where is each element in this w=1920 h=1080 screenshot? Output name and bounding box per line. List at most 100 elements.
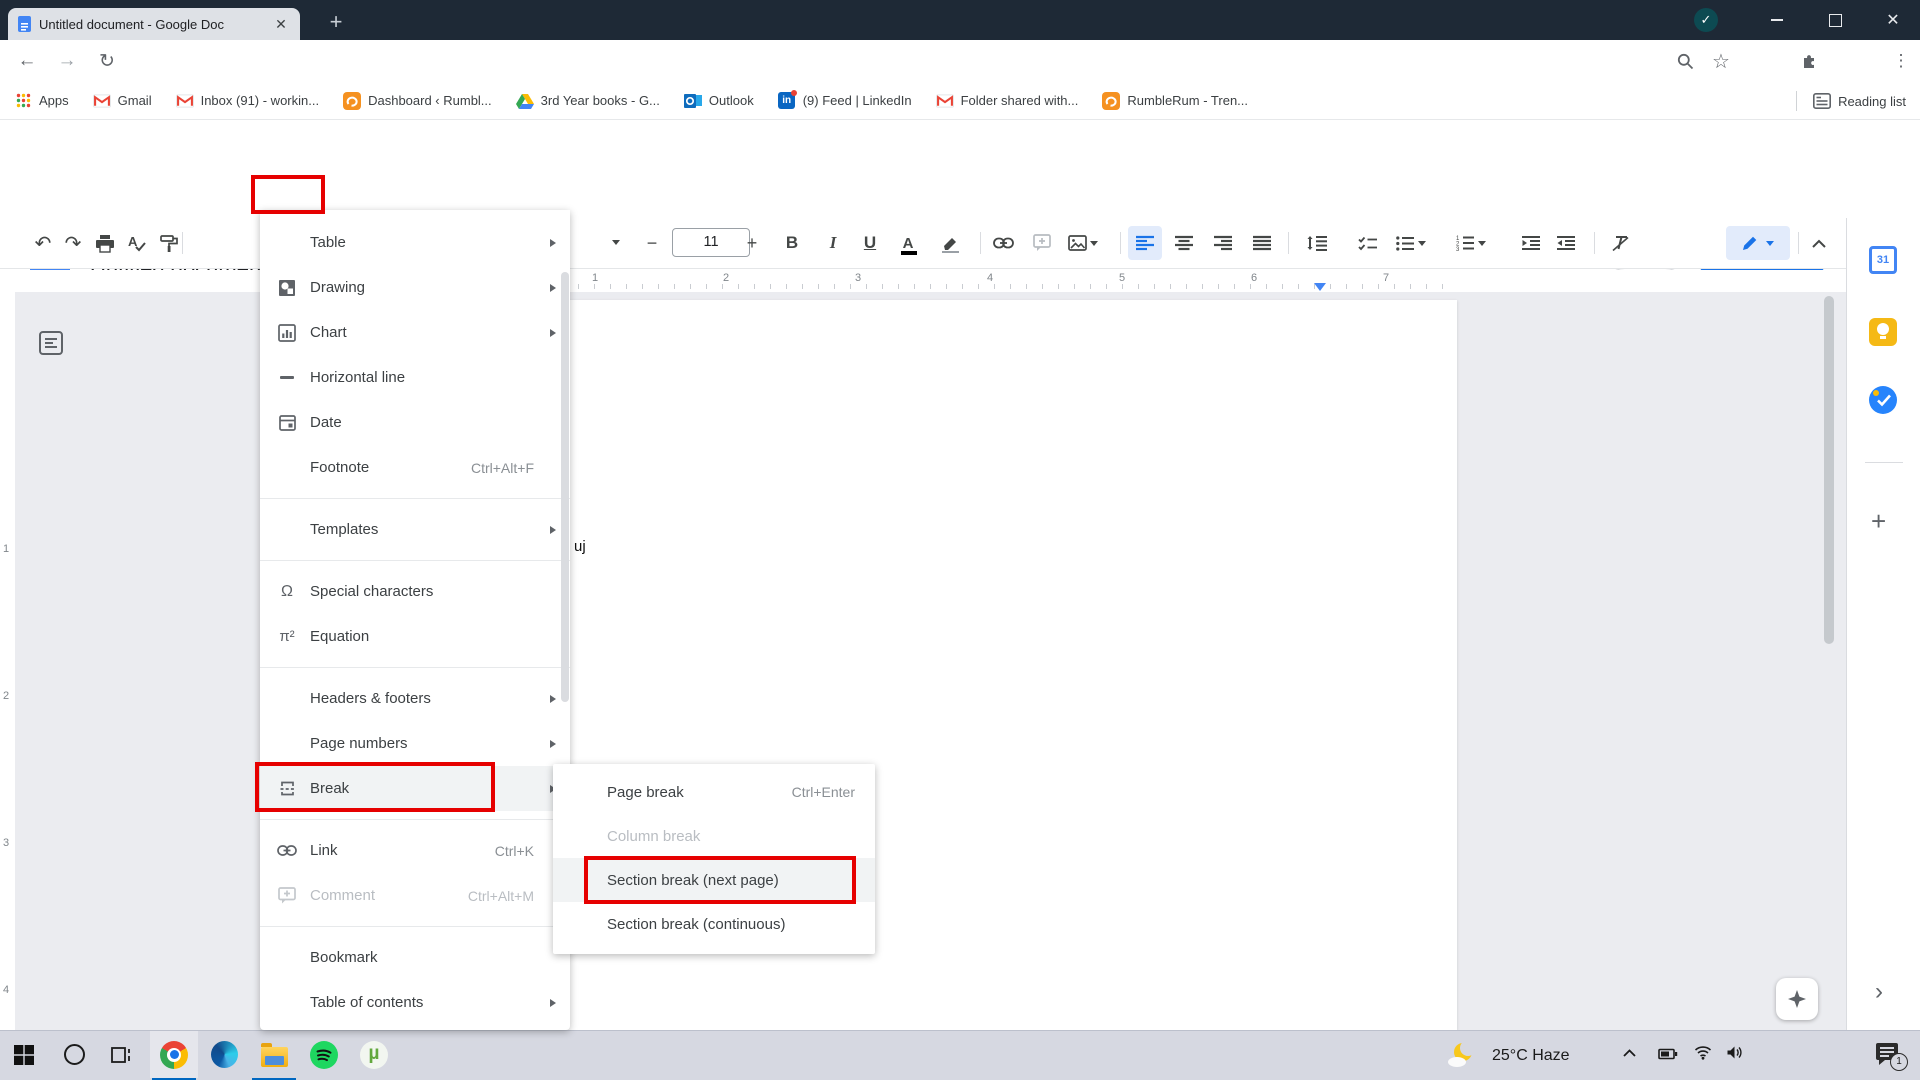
- insert-menu-item-drawing[interactable]: Drawing: [260, 265, 570, 310]
- cortana-button[interactable]: [50, 1031, 98, 1078]
- redo-icon[interactable]: ↷: [56, 226, 90, 260]
- insert-link-icon[interactable]: [986, 226, 1020, 260]
- spelling-check-icon[interactable]: A: [120, 226, 154, 260]
- insert-menu-item-chart[interactable]: Chart: [260, 310, 570, 355]
- increase-indent-button[interactable]: [1549, 226, 1583, 260]
- font-size-increase-button[interactable]: +: [738, 226, 766, 260]
- insert-menu-item-table-of-contents[interactable]: Table of contents: [260, 980, 570, 1025]
- italic-button[interactable]: I: [816, 226, 850, 260]
- taskbar-utorrent-icon[interactable]: µ: [350, 1031, 398, 1078]
- font-family-dropdown-icon[interactable]: [612, 240, 620, 245]
- insert-menu-item-link[interactable]: Link Ctrl+K: [260, 828, 570, 873]
- google-keep-icon[interactable]: [1869, 318, 1899, 348]
- decrease-indent-button[interactable]: [1514, 226, 1548, 260]
- insert-menu-item-horizontal-line[interactable]: Horizontal line: [260, 355, 570, 400]
- insert-menu-item-bookmark[interactable]: Bookmark: [260, 935, 570, 980]
- bulleted-list-button[interactable]: [1390, 226, 1432, 260]
- new-tab-button[interactable]: +: [322, 9, 350, 37]
- text-color-button[interactable]: A: [891, 226, 925, 260]
- back-icon[interactable]: ←: [10, 40, 44, 82]
- align-center-button[interactable]: [1167, 226, 1201, 260]
- insert-menu-item-headers-footers[interactable]: Headers & footers: [260, 676, 570, 721]
- bookmark-3rd-year-books[interactable]: 3rd Year books - G...: [516, 92, 660, 110]
- submenu-item-section-break-continuous[interactable]: Section break (continuous): [553, 902, 875, 946]
- bookmark-apps[interactable]: Apps: [14, 92, 69, 110]
- print-icon[interactable]: [88, 226, 122, 260]
- paint-format-icon[interactable]: [152, 226, 186, 260]
- insert-menu-item-special-characters[interactable]: Ω Special characters: [260, 569, 570, 614]
- collapse-toolbar-icon[interactable]: [1802, 226, 1836, 260]
- ruler-number: 1: [592, 272, 598, 284]
- bookmark-star-icon[interactable]: ☆: [1704, 40, 1738, 82]
- insert-menu-item-break[interactable]: Break: [260, 766, 570, 811]
- clear-formatting-icon[interactable]: [1604, 226, 1638, 260]
- ruler-indent-marker[interactable]: [1314, 283, 1326, 291]
- taskbar-explorer-icon[interactable]: [250, 1031, 298, 1078]
- taskbar-chrome-icon[interactable]: [150, 1031, 198, 1078]
- extensions-puzzle-icon[interactable]: [1792, 40, 1826, 82]
- document-scrollbar[interactable]: [1824, 296, 1834, 644]
- numbered-list-button[interactable]: 123: [1450, 226, 1492, 260]
- insert-menu-item-page-numbers[interactable]: Page numbers: [260, 721, 570, 766]
- justify-button[interactable]: [1245, 226, 1279, 260]
- taskbar-edge-icon[interactable]: [200, 1031, 248, 1078]
- insert-menu-item-footnote[interactable]: Footnote Ctrl+Alt+F: [260, 445, 570, 490]
- add-addon-button[interactable]: +: [1871, 506, 1886, 537]
- zoom-icon[interactable]: [1668, 40, 1702, 82]
- submenu-item-page-break[interactable]: Page break Ctrl+Enter: [553, 770, 875, 814]
- show-outline-icon[interactable]: [38, 330, 64, 361]
- taskbar-spotify-icon[interactable]: [300, 1031, 348, 1078]
- reading-list-button[interactable]: Reading list: [1796, 82, 1906, 120]
- volume-tray-icon[interactable]: [1726, 1045, 1744, 1065]
- explore-button[interactable]: [1776, 978, 1818, 1020]
- reload-icon[interactable]: ↻: [90, 40, 124, 82]
- minimize-button[interactable]: [1752, 0, 1802, 40]
- maximize-button[interactable]: [1810, 0, 1860, 40]
- weather-icon[interactable]: [1440, 1031, 1480, 1078]
- wifi-tray-icon[interactable]: [1694, 1045, 1712, 1065]
- document-text[interactable]: uj: [574, 538, 586, 555]
- bookmark-rumblerum[interactable]: RumbleRum - Tren...: [1102, 92, 1248, 110]
- insert-menu-item-equation[interactable]: π² Equation: [260, 614, 570, 659]
- bookmark-gmail[interactable]: Gmail: [93, 92, 152, 110]
- align-left-button[interactable]: [1128, 226, 1162, 260]
- divider: [1865, 462, 1903, 463]
- underline-button[interactable]: U: [853, 226, 887, 260]
- undo-icon[interactable]: ↶: [26, 226, 60, 260]
- insert-menu-item-table[interactable]: Table: [260, 220, 570, 265]
- hide-side-panel-icon[interactable]: ›: [1875, 978, 1883, 1006]
- google-calendar-icon[interactable]: 31: [1869, 246, 1899, 276]
- tab-close-icon[interactable]: ✕: [272, 16, 290, 33]
- bookmark-inbox[interactable]: Inbox (91) - workin...: [176, 92, 320, 110]
- insert-menu-item-templates[interactable]: Templates: [260, 507, 570, 552]
- vertical-ruler[interactable]: 1 2 3 4: [0, 292, 15, 1030]
- bold-button[interactable]: B: [775, 226, 809, 260]
- browser-tab[interactable]: Untitled document - Google Doc ✕: [8, 8, 300, 40]
- font-size-decrease-button[interactable]: −: [638, 226, 666, 260]
- highlight-color-icon[interactable]: [933, 226, 967, 260]
- google-tasks-icon[interactable]: [1869, 386, 1899, 416]
- browser-menu-icon[interactable]: ⋮: [1884, 40, 1918, 82]
- align-right-button[interactable]: [1206, 226, 1240, 260]
- close-button[interactable]: ✕: [1868, 0, 1918, 40]
- bookmark-folder-shared[interactable]: Folder shared with...: [936, 92, 1079, 110]
- menu-scrollbar[interactable]: [561, 272, 569, 702]
- bookmark-linkedin-feed[interactable]: in (9) Feed | LinkedIn: [778, 92, 912, 110]
- editing-mode-button[interactable]: [1726, 226, 1790, 260]
- hidden-icons-chevron[interactable]: [1622, 1045, 1637, 1063]
- insert-menu-item-date[interactable]: Date: [260, 400, 570, 445]
- bookmark-outlook[interactable]: Outlook: [684, 92, 754, 110]
- battery-tray-icon[interactable]: [1658, 1047, 1678, 1066]
- bookmark-dashboard[interactable]: Dashboard ‹ Rumbl...: [343, 92, 492, 110]
- submenu-item-section-break-next-page[interactable]: Section break (next page): [553, 858, 875, 902]
- checklist-button[interactable]: [1350, 226, 1384, 260]
- drive-icon: [516, 92, 534, 110]
- weather-text[interactable]: 25°C Haze: [1492, 1031, 1570, 1080]
- insert-image-icon[interactable]: [1063, 226, 1103, 260]
- taskbar: µ 73% 25°C Haze 11:27 PM 9/8/2021 1: [0, 1030, 1920, 1080]
- task-view-button[interactable]: [98, 1031, 146, 1078]
- forward-icon[interactable]: →: [50, 40, 84, 82]
- start-button[interactable]: [0, 1031, 48, 1078]
- line-spacing-icon[interactable]: [1300, 226, 1334, 260]
- notification-center-icon[interactable]: 1: [1874, 1041, 1904, 1072]
